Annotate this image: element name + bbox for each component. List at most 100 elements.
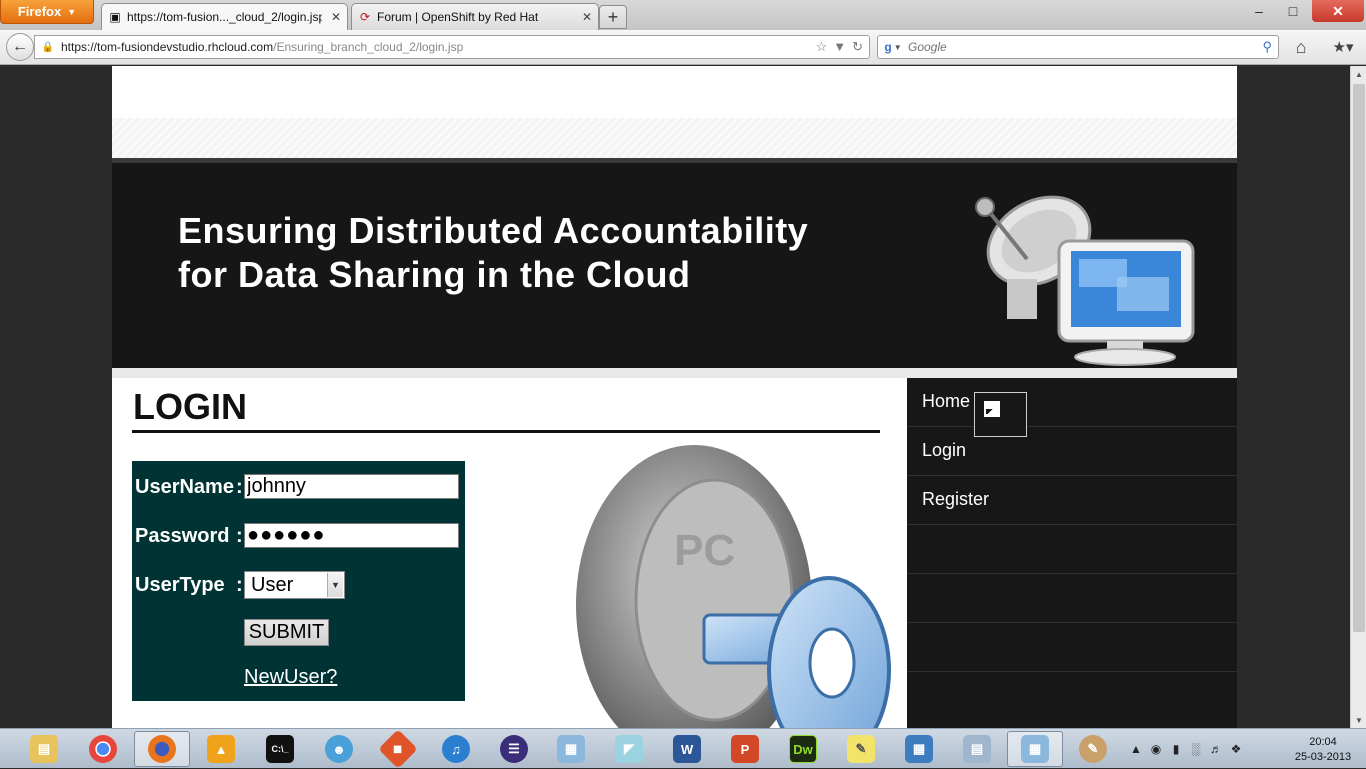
chevron-down-icon: ▼ bbox=[67, 6, 77, 17]
paint-icon[interactable]: ◤ bbox=[601, 731, 657, 767]
satellite-computer-icon bbox=[975, 195, 1195, 366]
username-label: UserName bbox=[135, 476, 234, 498]
virtualbox-icon[interactable]: ▦ bbox=[543, 731, 599, 767]
sidebar-item-label: Home bbox=[922, 391, 971, 411]
firefox-icon[interactable] bbox=[134, 731, 190, 767]
sidebar-empty-row bbox=[907, 623, 1237, 672]
notes-icon[interactable]: ✎ bbox=[833, 731, 889, 767]
sidebar-empty-row bbox=[907, 525, 1237, 574]
eclipse-icon[interactable]: ☰ bbox=[486, 731, 542, 767]
sidebar-item-label: Register bbox=[922, 489, 990, 509]
sidebar-item-register[interactable]: Register bbox=[907, 476, 1237, 525]
new-tab-button[interactable]: + bbox=[599, 5, 627, 29]
sidebar-item-home[interactable]: Home bbox=[907, 378, 1237, 437]
lock-icon: 🔒 bbox=[41, 41, 55, 53]
maximize-button[interactable]: □ bbox=[1276, 0, 1310, 22]
login-form: UserName : Password : UserType : User ▼ … bbox=[132, 461, 465, 701]
sidebar-empty-row bbox=[907, 574, 1237, 623]
vertical-scrollbar[interactable]: ▲ ▼ bbox=[1350, 66, 1366, 728]
colon-separator: : bbox=[236, 476, 243, 498]
sidebar-nav: Home Login Register bbox=[907, 378, 1237, 728]
tab-openshift-forum[interactable]: ⟳ Forum | OpenShift by Red Hat ✕ bbox=[351, 3, 599, 30]
window-titlebar: Firefox ▼ ▣ https://tom-fusion..._cloud_… bbox=[0, 0, 1366, 30]
scroll-down-icon[interactable]: ▼ bbox=[1351, 712, 1366, 728]
search-bar[interactable]: g▼ ⚲ bbox=[877, 35, 1279, 59]
pc-key-lock-icon: PC bbox=[576, 445, 891, 728]
network-icon[interactable]: ▦ bbox=[891, 731, 947, 767]
back-button[interactable]: ← bbox=[6, 33, 34, 61]
powerpoint-icon[interactable]: P bbox=[717, 731, 773, 767]
show-hidden-icons-icon[interactable]: ▲ bbox=[1126, 742, 1146, 756]
minimize-button[interactable]: ‒ bbox=[1242, 0, 1276, 22]
signal-icon[interactable]: ░ bbox=[1186, 742, 1206, 756]
url-path: /Ensuring_branch_cloud_2/login.jsp bbox=[273, 40, 464, 54]
git-icon[interactable]: ◆ bbox=[370, 729, 426, 769]
page-viewport: Ensuring Distributed Accountability for … bbox=[0, 66, 1350, 728]
history-dropdown-icon[interactable]: ▼ bbox=[833, 39, 846, 55]
chat-tray-icon[interactable]: ◉ bbox=[1146, 742, 1166, 756]
chevron-down-icon[interactable]: ▼ bbox=[327, 573, 343, 597]
usertype-selected-value: User bbox=[251, 573, 294, 596]
page-icon: ▣ bbox=[109, 10, 121, 24]
url-text: https://tom-fusiondevstudio.rhcloud.com/… bbox=[61, 40, 463, 54]
bookmarks-menu-icon[interactable]: ★▾ bbox=[1326, 36, 1360, 58]
site-title: Ensuring Distributed Accountability for … bbox=[178, 209, 808, 297]
system-clock[interactable]: 20:04 25-03-2013 bbox=[1280, 735, 1366, 765]
vbox-icon[interactable]: ▦ bbox=[1007, 731, 1063, 767]
site-title-line1: Ensuring Distributed Accountability bbox=[178, 210, 809, 251]
dropbox-icon[interactable]: ❖ bbox=[1226, 742, 1246, 756]
sidebar-item-label: Login bbox=[922, 440, 967, 460]
clock-time: 20:04 bbox=[1309, 736, 1337, 748]
usertype-select[interactable]: User ▼ bbox=[244, 571, 345, 599]
usertype-label: UserType bbox=[135, 574, 225, 596]
username-field[interactable] bbox=[244, 474, 459, 499]
openshift-icon: ⟳ bbox=[359, 10, 371, 24]
colon-separator: : bbox=[236, 574, 243, 596]
tab-title: Forum | OpenShift by Red Hat bbox=[377, 10, 539, 24]
search-input[interactable] bbox=[908, 40, 1248, 54]
cmd-icon[interactable]: C:\_ bbox=[252, 731, 308, 767]
svg-text:PC: PC bbox=[674, 526, 735, 575]
volume-icon[interactable]: ♬ bbox=[1206, 742, 1226, 756]
scroll-up-icon[interactable]: ▲ bbox=[1351, 66, 1366, 82]
search-icon[interactable]: ⚲ bbox=[1262, 39, 1272, 55]
submit-button[interactable]: SUBMIT bbox=[244, 619, 329, 646]
colon-separator: : bbox=[236, 525, 243, 547]
page-title: LOGIN bbox=[133, 386, 247, 427]
vlc-icon[interactable]: ▲ bbox=[193, 731, 249, 767]
close-tab-icon[interactable]: ✕ bbox=[582, 10, 592, 24]
explorer-icon[interactable]: ▤ bbox=[16, 731, 72, 767]
close-tab-icon[interactable]: ✕ bbox=[331, 10, 341, 24]
sidebar-item-login[interactable]: Login bbox=[907, 427, 1237, 476]
main-content: LOGIN UserName : Password : UserType : U… bbox=[112, 378, 907, 728]
itunes-icon[interactable]: ♫ bbox=[428, 731, 484, 767]
web-page: Ensuring Distributed Accountability for … bbox=[112, 66, 1237, 728]
password-field[interactable] bbox=[244, 523, 459, 548]
firefox-menu-button[interactable]: Firefox ▼ bbox=[0, 0, 94, 24]
home-icon[interactable]: ⌂ bbox=[1290, 36, 1312, 58]
google-engine-icon[interactable]: g ▼ bbox=[878, 36, 908, 58]
paint-brush-icon[interactable]: ✎ bbox=[1065, 731, 1121, 767]
navigation-toolbar: ← 🔒 https://tom-fusiondevstudio.rhcloud.… bbox=[0, 30, 1366, 65]
tab-login-page[interactable]: ▣ https://tom-fusion..._cloud_2/login.js… bbox=[101, 3, 348, 30]
chrome-icon[interactable] bbox=[75, 731, 131, 767]
dreamweaver-icon[interactable]: Dw bbox=[775, 731, 831, 767]
close-window-button[interactable]: ✕ bbox=[1312, 0, 1364, 22]
chat-icon[interactable]: ☻ bbox=[311, 731, 367, 767]
word-icon[interactable]: W bbox=[659, 731, 715, 767]
bookmark-star-icon[interactable]: ☆ bbox=[816, 39, 828, 55]
scrollbar-thumb[interactable] bbox=[1353, 84, 1365, 632]
tab-title: https://tom-fusion..._cloud_2/login.jsp bbox=[127, 10, 322, 24]
reload-icon[interactable]: ↻ bbox=[852, 39, 863, 55]
top-banner bbox=[112, 66, 1237, 158]
address-bar[interactable]: 🔒 https://tom-fusiondevstudio.rhcloud.co… bbox=[34, 35, 870, 59]
windows-taskbar: ▤ ▲ C:\_ ☻ ◆ ♫ ☰ ▦ ◤ W P Dw ✎ ▦ ▤ ▦ ✎ ▲ … bbox=[0, 728, 1366, 769]
clock-date: 25-03-2013 bbox=[1294, 751, 1352, 763]
battery-icon[interactable]: ▮ bbox=[1166, 742, 1186, 756]
site-header: Ensuring Distributed Accountability for … bbox=[112, 158, 1237, 368]
password-label: Password bbox=[135, 525, 230, 547]
back-arrow-icon: ← bbox=[12, 38, 28, 55]
new-user-link[interactable]: NewUser? bbox=[244, 666, 337, 689]
monitor-icon[interactable]: ▤ bbox=[949, 731, 1005, 767]
url-host: https://tom-fusiondevstudio.rhcloud.com bbox=[61, 40, 274, 54]
